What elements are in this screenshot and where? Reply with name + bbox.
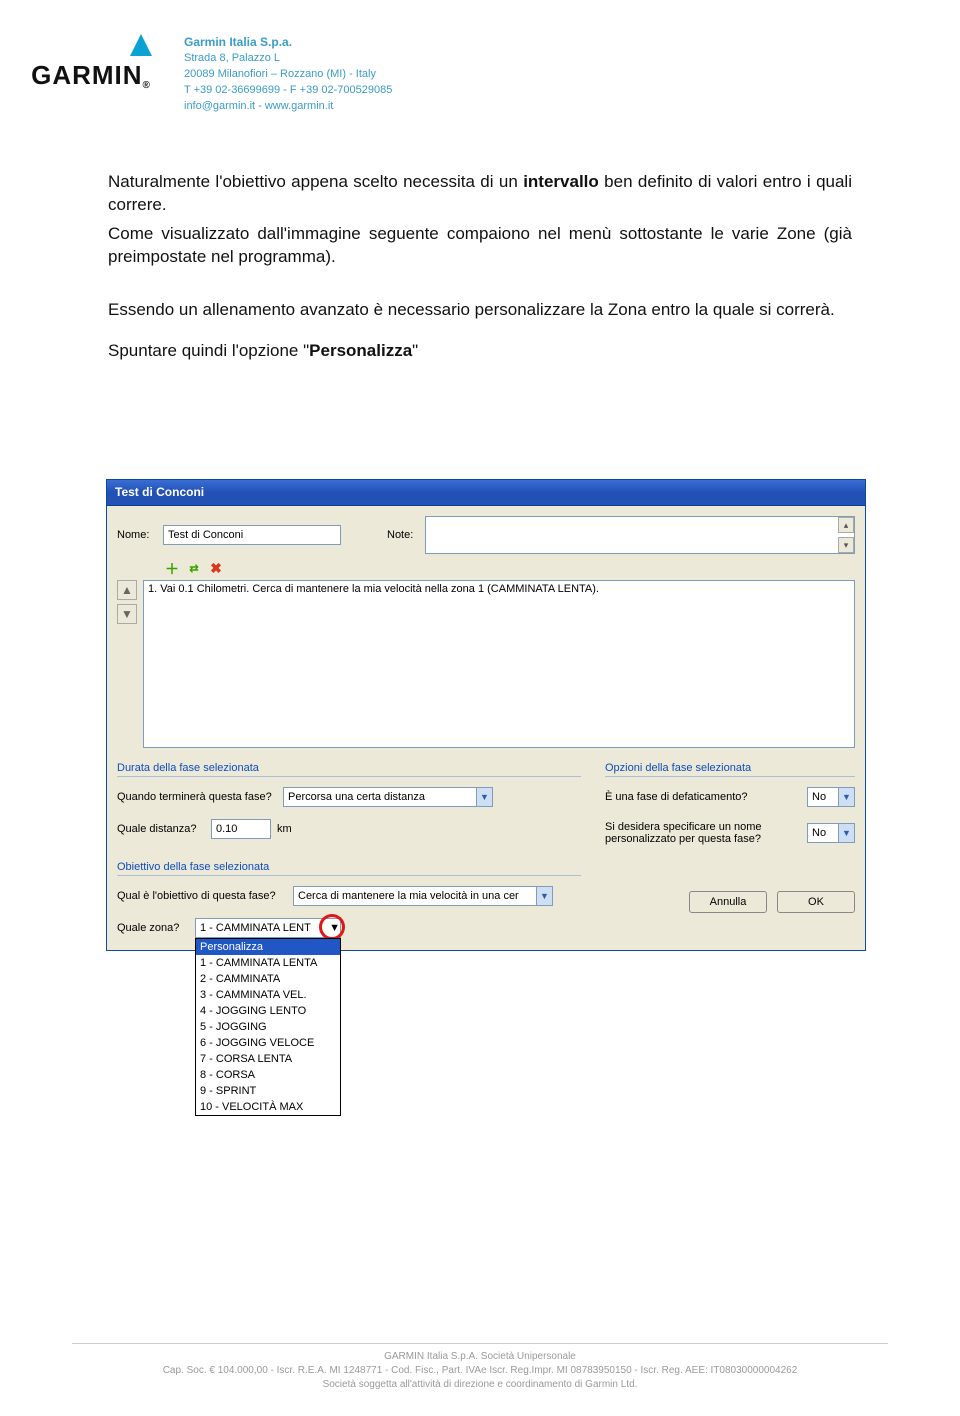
page-footer: GARMIN Italia S.p.A. Società Unipersonal…: [72, 1343, 888, 1392]
dropdown-option[interactable]: 4 - JOGGING LENTO: [196, 1003, 340, 1019]
move-down-button[interactable]: ▼: [117, 604, 137, 624]
step-item[interactable]: 1. Vai 0.1 Chilometri. Cerca di mantener…: [148, 583, 850, 595]
termina-combo[interactable]: Percorsa una certa distanza ▼: [283, 787, 493, 807]
obiettivo-section-label: Obiettivo della fase selezionata: [117, 861, 581, 876]
opzioni-section-label: Opzioni della fase selezionata: [605, 762, 855, 777]
dropdown-option[interactable]: 7 - CORSA LENTA: [196, 1051, 340, 1067]
paragraph-4: Spuntare quindi l'opzione "Personalizza": [108, 340, 852, 363]
dialog-window: Test di Conconi Nome: Note: ▴ ▾ ＋ ⇄ ✖ ▲ …: [106, 479, 866, 951]
company-addr1: Strada 8, Palazzo L: [184, 51, 392, 67]
obiettivo-label: Qual è l'obiettivo di questa fase?: [117, 890, 287, 902]
page-header: GARMIN® Garmin Italia S.p.a. Strada 8, P…: [0, 0, 960, 115]
ok-button[interactable]: OK: [777, 891, 855, 913]
step-list[interactable]: 1. Vai 0.1 Chilometri. Cerca di mantener…: [143, 580, 855, 748]
note-label: Note:: [387, 529, 413, 541]
link-step-icon[interactable]: ⇄: [185, 560, 203, 578]
nomepers-combo[interactable]: No ▼: [807, 823, 855, 843]
footer-line-2: Cap. Soc. € 104.000,00 - Iscr. R.E.A. MI…: [72, 1364, 888, 1378]
zona-label: Quale zona?: [117, 922, 189, 934]
zona-dropdown[interactable]: Personalizza 1 - CAMMINATA LENTA 2 - CAM…: [195, 938, 341, 1116]
dropdown-option[interactable]: 10 - VELOCITÀ MAX: [196, 1099, 340, 1115]
chevron-down-icon: ▼: [838, 824, 854, 842]
dropdown-option[interactable]: 3 - CAMMINATA VEL.: [196, 987, 340, 1003]
paragraph-3: Essendo un allenamento avanzato è necess…: [108, 299, 852, 322]
company-tel: T +39 02-36699699 - F +39 02-700529085: [184, 83, 392, 99]
delete-step-icon[interactable]: ✖: [207, 560, 225, 578]
termina-label: Quando terminerà questa fase?: [117, 791, 277, 803]
nomepers-label: Si desidera specificare un nome personal…: [605, 821, 765, 845]
dropdown-option[interactable]: Personalizza: [196, 939, 340, 955]
company-web: info@garmin.it - www.garmin.it: [184, 99, 392, 115]
nome-label: Nome:: [117, 529, 157, 541]
note-textarea[interactable]: ▴ ▾: [425, 516, 855, 554]
dropdown-option[interactable]: 1 - CAMMINATA LENTA: [196, 955, 340, 971]
company-info: Garmin Italia S.p.a. Strada 8, Palazzo L…: [184, 34, 392, 115]
logo-wordmark: GARMIN®: [31, 60, 151, 91]
chevron-down-icon: ▼: [329, 922, 340, 934]
garmin-logo: GARMIN®: [30, 34, 152, 91]
scroll-up-icon[interactable]: ▴: [838, 517, 854, 533]
dialog-title: Test di Conconi: [115, 485, 204, 499]
distanza-label: Quale distanza?: [117, 823, 205, 835]
dropdown-option[interactable]: 9 - SPRINT: [196, 1083, 340, 1099]
paragraph-2: Come visualizzato dall'immagine seguente…: [108, 223, 852, 269]
distanza-input[interactable]: [211, 819, 271, 839]
add-step-icon[interactable]: ＋: [163, 560, 181, 578]
document-body: Naturalmente l'obiettivo appena scelto n…: [0, 115, 960, 363]
footer-line-3: Società soggetta all'attività di direzio…: [72, 1378, 888, 1392]
logo-triangle-icon: [130, 34, 152, 56]
chevron-down-icon: ▼: [536, 887, 552, 905]
distanza-unit: km: [277, 823, 292, 835]
company-name: Garmin Italia S.p.a.: [184, 34, 392, 51]
defat-label: È una fase di defaticamento?: [605, 791, 747, 803]
paragraph-1: Naturalmente l'obiettivo appena scelto n…: [108, 171, 852, 217]
dropdown-option[interactable]: 8 - CORSA: [196, 1067, 340, 1083]
obiettivo-combo[interactable]: Cerca di mantenere la mia velocità in un…: [293, 886, 553, 906]
dialog-titlebar[interactable]: Test di Conconi: [107, 480, 865, 506]
toolbar: ＋ ⇄ ✖: [163, 560, 855, 578]
zona-combo[interactable]: 1 - CAMMINATA LENT ▼: [195, 918, 341, 938]
move-up-button[interactable]: ▲: [117, 580, 137, 600]
company-addr2: 20089 Milanofiori – Rozzano (MI) - Italy: [184, 67, 392, 83]
defat-combo[interactable]: No ▼: [807, 787, 855, 807]
nome-input[interactable]: [163, 525, 341, 545]
dropdown-option[interactable]: 2 - CAMMINATA: [196, 971, 340, 987]
cancel-button[interactable]: Annulla: [689, 891, 767, 913]
dropdown-option[interactable]: 6 - JOGGING VELOCE: [196, 1035, 340, 1051]
durata-section-label: Durata della fase selezionata: [117, 762, 581, 777]
scroll-down-icon[interactable]: ▾: [838, 537, 854, 553]
dropdown-option[interactable]: 5 - JOGGING: [196, 1019, 340, 1035]
chevron-down-icon: ▼: [476, 788, 492, 806]
chevron-down-icon: ▼: [838, 788, 854, 806]
footer-line-1: GARMIN Italia S.p.A. Società Unipersonal…: [72, 1350, 888, 1364]
